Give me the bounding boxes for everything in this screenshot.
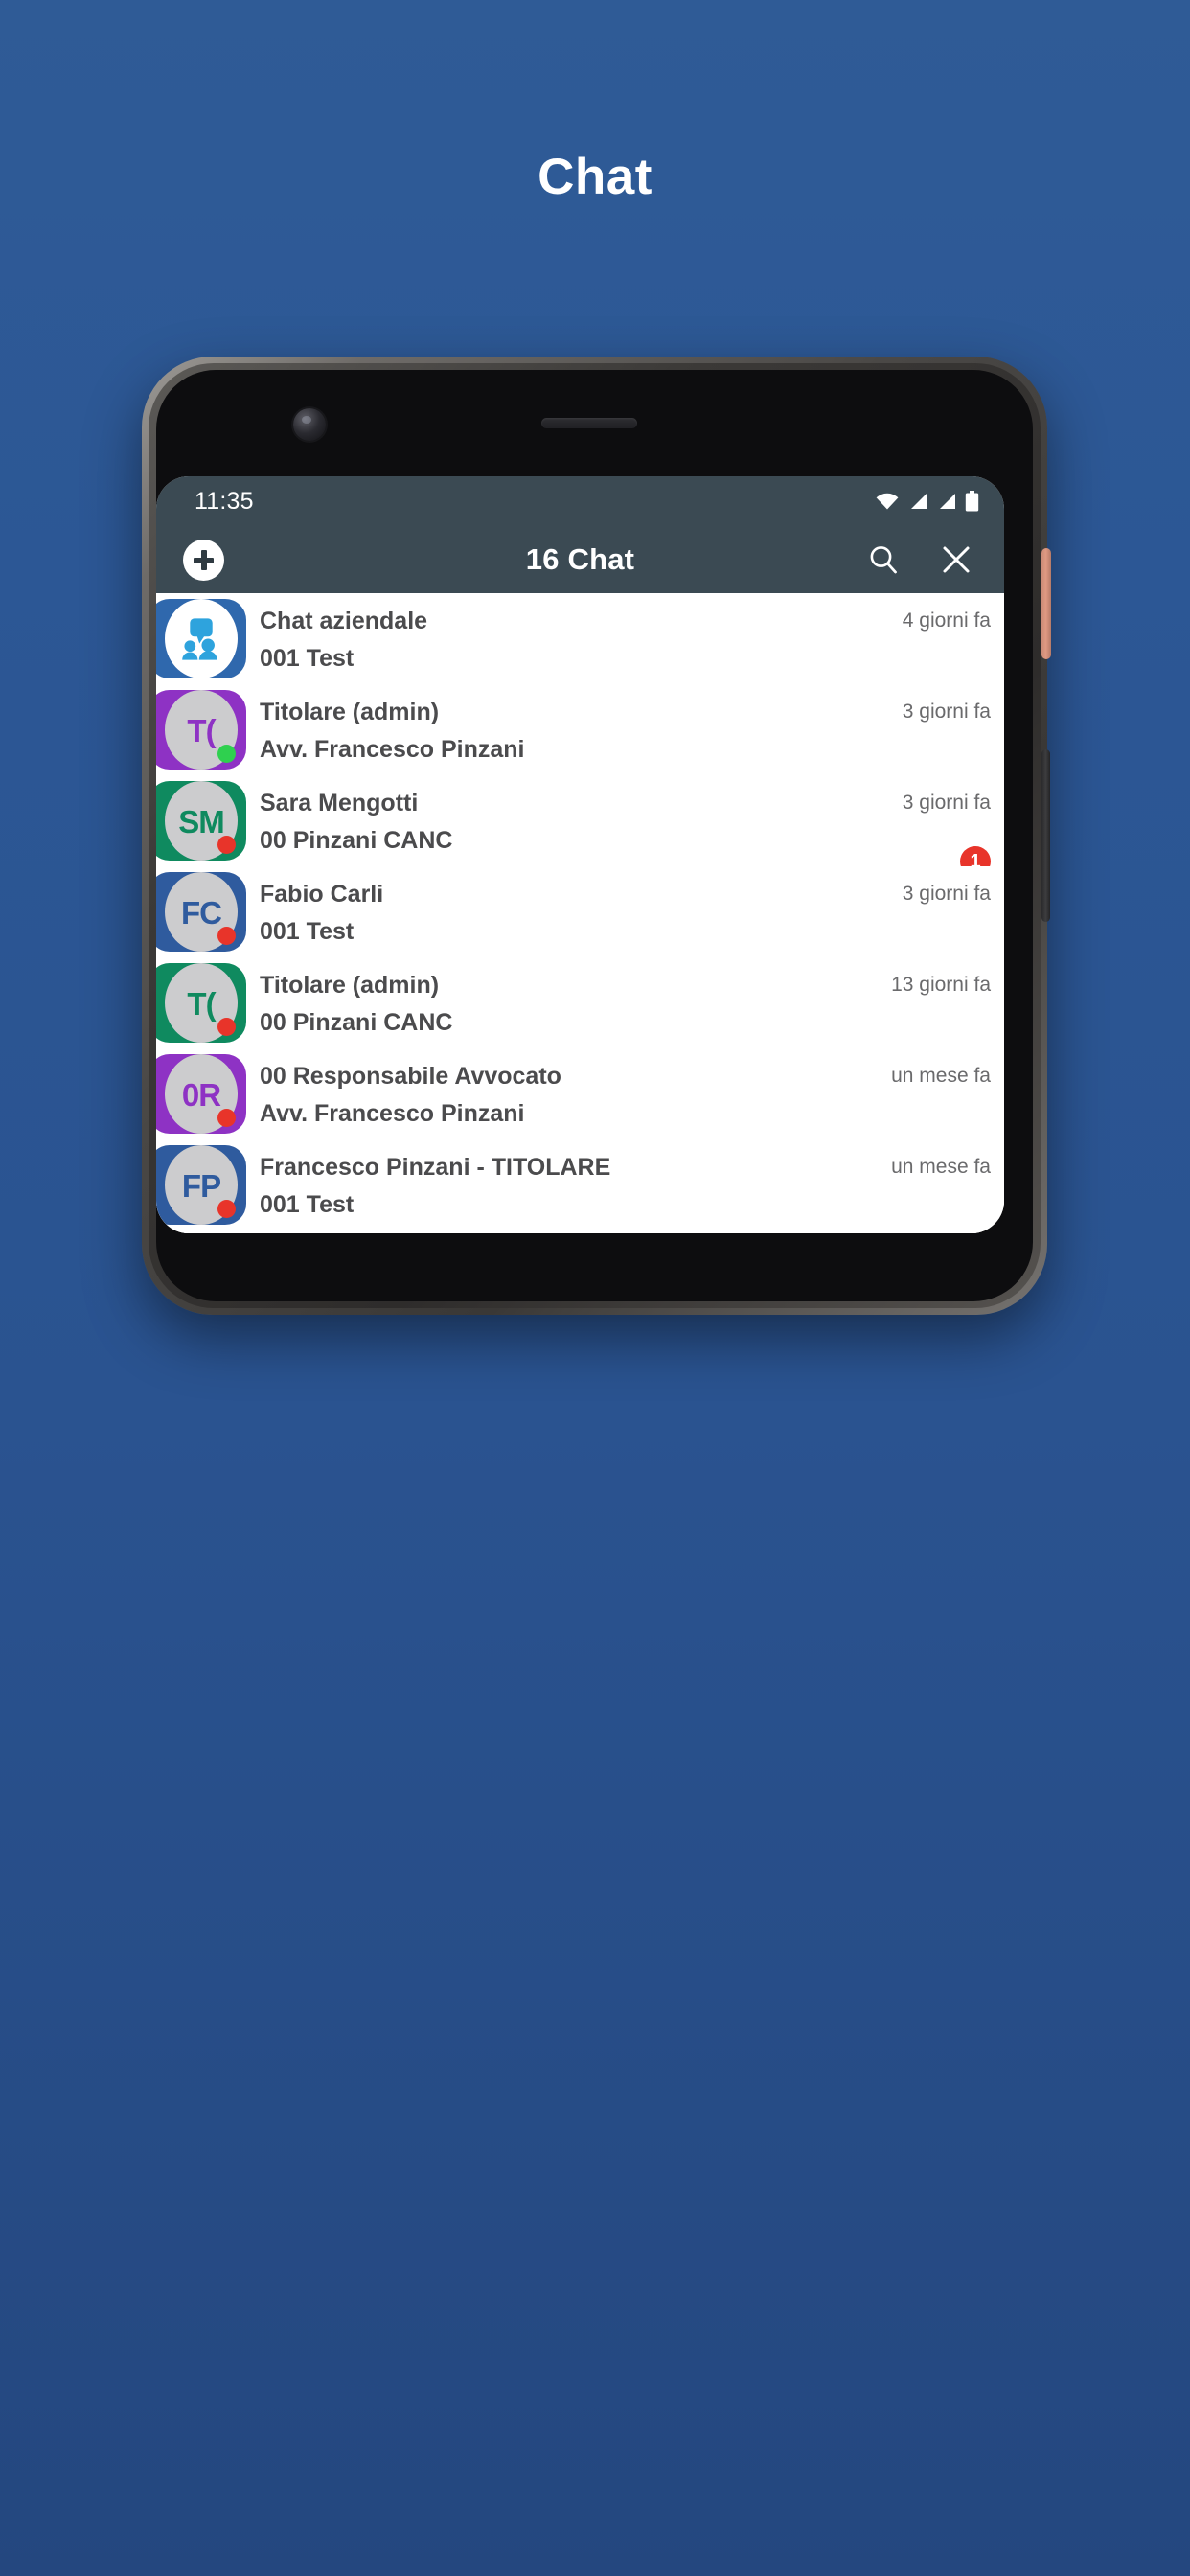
chat-list-item[interactable]: 0R 00 Responsabile Avvocato Avv. Francesco… [156, 1048, 1004, 1160]
avatar[interactable]: 0R [156, 1048, 260, 1139]
presence-status-dot [217, 1018, 236, 1036]
chat-row-body: Titolare (admin)Avv. Francesco Pinzaniww… [260, 684, 1004, 795]
chat-subtitle: Avv. Francesco Pinzani [260, 1100, 525, 1126]
chat-row-body: 00 Responsabile Avvocato Avv. Francesco P… [260, 1048, 1004, 1160]
chat-subtitle: 00 Pinzani CANC [260, 1009, 453, 1035]
chat-title: 00 Responsabile Avvocato [260, 1063, 561, 1089]
chat-subtitle: Avv. Francesco Pinzani [260, 736, 525, 762]
presence-status-dot [217, 1200, 236, 1218]
chat-row-body: Chat aziendale001 Testwww.google.it4 gio… [260, 593, 1004, 704]
presence-status-dot [217, 1109, 236, 1127]
search-button[interactable] [864, 540, 903, 579]
chat-title: Sara Mengotti [260, 790, 419, 816]
signal-icon [907, 493, 927, 510]
app-bar: 16 Chat [156, 526, 1004, 593]
chat-timestamp: 3 giorni fa [902, 883, 991, 905]
chat-subtitle: 001 Test [260, 918, 355, 944]
chat-list-item[interactable]: Chat aziendale001 Testwww.google.it4 gio… [156, 593, 1004, 704]
add-chat-button[interactable] [183, 539, 224, 581]
status-time: 11:35 [195, 487, 254, 515]
avatar-initials: T( [187, 986, 216, 1022]
chat-row-body: Sara Mengotti00 Pinzani CANCwww.pinzani.… [260, 775, 1004, 886]
front-camera-icon [293, 408, 326, 441]
wifi-icon [876, 493, 899, 510]
plus-icon [194, 549, 214, 570]
screen-bottom-fill [156, 1228, 1004, 1233]
phone-screen: 11:35 16 Chat Chat aziendale 001 Test 4 … [156, 476, 1004, 1233]
chat-row-body: Francesco Pinzani - TITOLARE001 TestTest… [260, 1139, 1004, 1234]
status-icons [876, 491, 979, 512]
avatar-initials: FP [181, 1168, 221, 1204]
battery-icon [965, 491, 979, 512]
chat-title: Fabio Carli [260, 881, 384, 907]
chat-timestamp: 13 giorni fa [891, 974, 991, 996]
chat-title: Titolare (admin) [260, 699, 440, 724]
avatar-initials: SM [178, 804, 224, 840]
avatar[interactable]: FC [156, 866, 260, 957]
chat-subtitle: 001 Test [260, 645, 355, 671]
avatar[interactable]: T( [156, 957, 260, 1048]
chat-timestamp: 3 giorni fa [902, 701, 991, 723]
status-bar: 11:35 [156, 476, 1004, 526]
chat-timestamp: un mese fa [891, 1065, 991, 1087]
chat-timestamp: 4 giorni fa [902, 610, 991, 632]
chat-list-item[interactable]: T( Titolare (admin) Avv. Francesco Pinzani… [156, 684, 1004, 795]
chat-subtitle: 00 Pinzani CANC [260, 827, 453, 853]
chat-list-item[interactable]: FPFrancesco Pinzani - TITOLARE001 TestTe… [156, 1139, 1004, 1234]
presence-status-dot [217, 836, 236, 854]
app-bar-actions [864, 540, 975, 579]
chat-row-body: Titolare (admin)00 Pinzani CANCTest13 gi… [260, 957, 1004, 1069]
avatar[interactable]: FP [156, 1139, 260, 1230]
chat-list[interactable]: Chat aziendale001 Testwww.google.it4 gio… [156, 593, 1004, 1233]
chat-title: Chat aziendale [260, 608, 428, 633]
chat-timestamp: un mese fa [891, 1156, 991, 1178]
group-chat-icon [182, 617, 217, 660]
volume-button[interactable] [1041, 548, 1051, 659]
search-icon [870, 546, 897, 574]
signal-icon [936, 493, 956, 510]
avatar-initials: FC [181, 895, 222, 931]
chat-title: Titolare (admin) [260, 972, 440, 998]
chat-row-body: Fabio Carli001 Testhttps://www.pinzani.i… [260, 866, 1004, 978]
power-button[interactable] [1041, 749, 1050, 922]
close-icon [943, 546, 970, 573]
avatar[interactable] [156, 593, 260, 684]
presence-status-dot [217, 745, 236, 763]
avatar-initials: 0R [181, 1077, 221, 1113]
chat-list-item[interactable]: FCFabio Carli001 Testhttps://www.pinzani… [156, 866, 1004, 978]
chat-title: Francesco Pinzani - TITOLARE [260, 1154, 611, 1180]
close-button[interactable] [937, 540, 975, 579]
page-title: Chat [538, 149, 652, 205]
chat-list-item[interactable]: SMSara Mengotti00 Pinzani CANCwww.pinzan… [156, 775, 1004, 886]
earpiece-speaker [541, 418, 637, 428]
avatar[interactable]: SM [156, 775, 260, 866]
chat-timestamp: 3 giorni fa [902, 792, 991, 814]
chat-subtitle: 001 Test [260, 1191, 355, 1217]
presence-status-dot [217, 927, 236, 945]
avatar[interactable]: T( [156, 684, 260, 775]
chat-list-item[interactable]: T(Titolare (admin)00 Pinzani CANCTest13 … [156, 957, 1004, 1069]
phone-mockup: 11:35 16 Chat Chat aziendale 001 Test 4 … [142, 356, 1051, 1315]
avatar-initials: T( [187, 713, 216, 748]
